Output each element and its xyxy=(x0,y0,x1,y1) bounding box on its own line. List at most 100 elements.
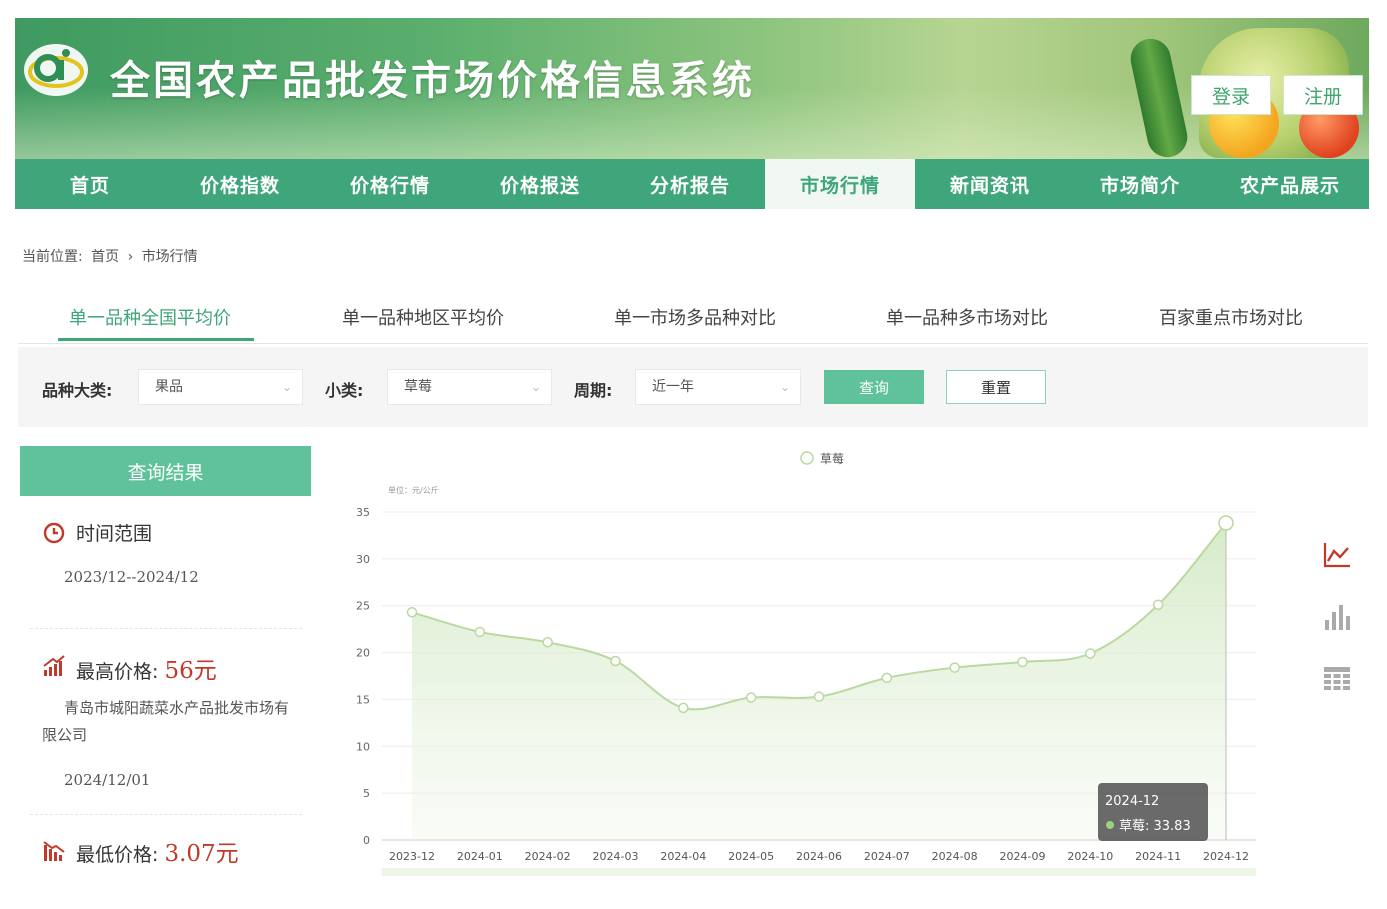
data-point[interactable] xyxy=(474,626,486,638)
y-tick-label: 20 xyxy=(356,647,370,660)
x-tick-label: 2024-03 xyxy=(593,850,639,863)
nav-item-price-index[interactable]: 价格指数 xyxy=(165,159,315,209)
reset-button[interactable]: 重置 xyxy=(946,370,1046,404)
nav-item-market-intro[interactable]: 市场简介 xyxy=(1065,159,1215,209)
max-price-label: 最高价格: 56元 xyxy=(76,651,217,685)
legend-marker[interactable] xyxy=(800,451,814,465)
period-value: 近一年 xyxy=(652,379,694,395)
tooltip-marker xyxy=(1106,821,1114,829)
tooltip-value: 草莓: 33.83 xyxy=(1119,819,1191,834)
results-header: 查询结果 xyxy=(20,446,311,496)
category-label: 品种大类: xyxy=(42,381,113,400)
data-point[interactable] xyxy=(1218,515,1234,531)
sub-tabs: 单一品种全国平均价 单一品种地区平均价 单一市场多品种对比 单一品种多市场对比 … xyxy=(18,292,1368,344)
min-price-label-text: 最低价格: xyxy=(76,844,159,866)
data-point[interactable] xyxy=(813,691,825,702)
y-tick-label: 30 xyxy=(356,553,370,566)
bar-chart-icon[interactable] xyxy=(1322,602,1352,632)
period-label: 周期: xyxy=(574,381,613,400)
query-button[interactable]: 查询 xyxy=(824,370,924,404)
unit-label: 单位：元/公斤 xyxy=(388,485,439,495)
nav-item-market[interactable]: 市场行情 xyxy=(765,159,915,209)
price-down-icon xyxy=(43,841,65,861)
x-tick-label: 2024-10 xyxy=(1067,850,1113,863)
tab-top-markets[interactable]: 百家重点市场对比 xyxy=(1159,304,1303,330)
data-point[interactable] xyxy=(949,662,960,673)
data-point[interactable] xyxy=(1085,648,1096,659)
login-button[interactable]: 登录 xyxy=(1191,75,1271,115)
line-chart-icon[interactable] xyxy=(1322,540,1352,570)
legend-label[interactable]: 草莓 xyxy=(820,452,844,466)
data-point[interactable] xyxy=(678,702,689,714)
tab-regional-average[interactable]: 单一品种地区平均价 xyxy=(342,304,504,330)
clock-icon xyxy=(43,522,65,544)
tooltip-title: 2024-12 xyxy=(1105,794,1159,809)
data-point[interactable] xyxy=(406,607,418,618)
nav-item-price-report[interactable]: 价格报送 xyxy=(465,159,615,209)
breadcrumb-current: 市场行情 xyxy=(141,249,198,265)
y-tick-label: 5 xyxy=(363,787,370,800)
chevron-down-icon: ⌄ xyxy=(530,380,541,394)
filter-bar: 品种大类: 果品 ⌄ 小类: 草莓 ⌄ 周期: 近一年 ⌄ 查询 重置 xyxy=(18,347,1368,427)
min-price-value: 3.07元 xyxy=(164,841,239,867)
results-panel: 查询结果 时间范围 2023/12--2024/12 最高价格: 56元 青岛市… xyxy=(20,446,312,886)
nav-item-products[interactable]: 农产品展示 xyxy=(1215,159,1365,209)
y-tick-label: 15 xyxy=(356,693,370,706)
y-tick-label: 0 xyxy=(363,834,370,847)
data-point[interactable] xyxy=(1017,656,1028,668)
time-range-value: 2023/12--2024/12 xyxy=(64,568,199,586)
site-title: 全国农产品批发市场价格信息系统 xyxy=(110,58,755,104)
period-select[interactable]: 近一年 ⌄ xyxy=(635,369,801,405)
data-table-icon[interactable] xyxy=(1322,664,1352,694)
category-value: 果品 xyxy=(155,379,183,395)
x-tick-label: 2024-08 xyxy=(932,850,978,863)
y-tick-label: 10 xyxy=(356,740,370,753)
nav-item-price-quotes[interactable]: 价格行情 xyxy=(315,159,465,209)
nav-item-home[interactable]: 首页 xyxy=(15,159,165,209)
active-tab-underline xyxy=(58,338,254,341)
tab-variety-multi-market[interactable]: 单一品种多市场对比 xyxy=(886,304,1048,330)
data-point[interactable] xyxy=(1152,599,1164,611)
data-point[interactable] xyxy=(881,672,893,684)
x-tick-label: 2024-11 xyxy=(1135,850,1181,863)
tab-market-multi-variety[interactable]: 单一市场多品种对比 xyxy=(614,304,776,330)
x-tick-label: 2024-07 xyxy=(864,850,910,863)
category-select[interactable]: 果品 ⌄ xyxy=(138,369,303,405)
x-tick-label: 2024-05 xyxy=(728,850,774,863)
site-logo-icon xyxy=(24,44,88,96)
price-up-icon xyxy=(43,655,65,676)
subcategory-label: 小类: xyxy=(325,381,364,400)
x-tick-label: 2024-06 xyxy=(796,850,842,863)
x-tick-label: 2024-02 xyxy=(525,850,571,863)
max-price-label-text: 最高价格: xyxy=(76,661,159,683)
subcategory-select[interactable]: 草莓 ⌄ xyxy=(387,369,552,405)
breadcrumb-label: 当前位置: xyxy=(22,249,83,265)
x-tick-label: 2024-01 xyxy=(457,850,503,863)
nav-item-news[interactable]: 新闻资讯 xyxy=(915,159,1065,209)
breadcrumb-separator: › xyxy=(127,249,134,265)
x-tick-label: 2024-09 xyxy=(1000,850,1046,863)
data-zoom-bar[interactable] xyxy=(382,868,1256,876)
divider xyxy=(30,814,302,815)
nav-item-analysis[interactable]: 分析报告 xyxy=(615,159,765,209)
divider xyxy=(30,628,302,629)
subcategory-value: 草莓 xyxy=(404,379,432,395)
chevron-down-icon: ⌄ xyxy=(281,380,292,394)
y-tick-label: 35 xyxy=(356,506,370,519)
max-price-date: 2024/12/01 xyxy=(64,771,151,789)
y-tick-label: 25 xyxy=(356,600,370,613)
min-price-label: 最低价格: 3.07元 xyxy=(76,834,239,868)
x-tick-label: 2023-12 xyxy=(389,850,435,863)
data-point[interactable] xyxy=(610,655,621,667)
register-button[interactable]: 注册 xyxy=(1283,75,1363,115)
main-nav: 首页 价格指数 价格行情 价格报送 分析报告 市场行情 新闻资讯 市场简介 农产… xyxy=(15,159,1369,209)
data-point[interactable] xyxy=(542,637,553,648)
x-tick-label: 2024-12 xyxy=(1203,850,1249,863)
data-point[interactable] xyxy=(745,692,757,703)
chevron-down-icon: ⌄ xyxy=(779,380,790,394)
breadcrumb-home[interactable]: 首页 xyxy=(91,249,119,265)
time-range-label: 时间范围 xyxy=(76,523,153,545)
tab-national-average[interactable]: 单一品种全国平均价 xyxy=(69,304,231,330)
breadcrumb: 当前位置: 首页 › 市场行情 xyxy=(22,246,202,266)
max-price-value: 56元 xyxy=(164,658,217,684)
